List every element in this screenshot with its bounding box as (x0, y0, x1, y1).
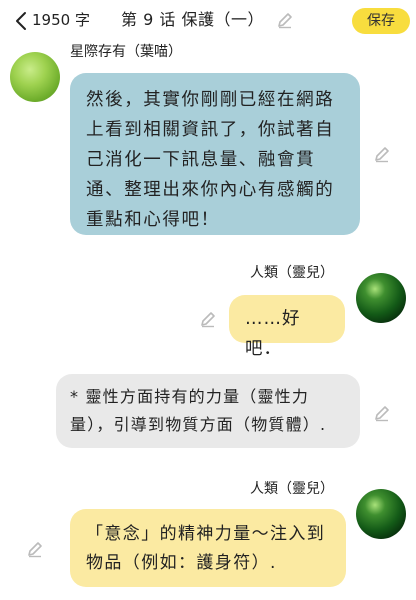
avatar[interactable] (356, 273, 406, 323)
avatar[interactable] (356, 489, 406, 539)
narration-bubble[interactable]: * 靈性方面持有的力量（靈性力量），引導到物質方面（物質體）. (56, 374, 360, 448)
sender-name: 星際存有（葉喵） (70, 44, 182, 60)
message-bubble[interactable]: 「意念」的精神力量～注入到物品（例如：護身符）. (70, 509, 346, 587)
message-bubble[interactable]: ……好吧． (229, 295, 345, 359)
chapter-title[interactable]: 第 9 话 保護（一） (121, 9, 264, 31)
pencil-icon[interactable] (26, 540, 44, 558)
avatar[interactable] (10, 52, 60, 102)
chevron-left-icon[interactable] (12, 10, 34, 32)
top-bar: 1950 字 第 9 话 保護（一） 保存 (0, 0, 416, 42)
sender-name: 人類（靈兒） (250, 481, 334, 497)
pencil-icon[interactable] (199, 310, 217, 328)
sender-name: 人類（靈兒） (250, 265, 334, 281)
pencil-icon[interactable] (276, 11, 294, 29)
pencil-icon[interactable] (373, 145, 391, 163)
message-bubble[interactable]: 然後，其實你剛剛已經在網路上看到相關資訊了，你試著自己消化一下訊息量、融會貫通、… (70, 73, 360, 235)
word-count: 1950 字 (32, 11, 90, 29)
pencil-icon[interactable] (373, 404, 391, 422)
save-button[interactable]: 保存 (352, 8, 410, 34)
